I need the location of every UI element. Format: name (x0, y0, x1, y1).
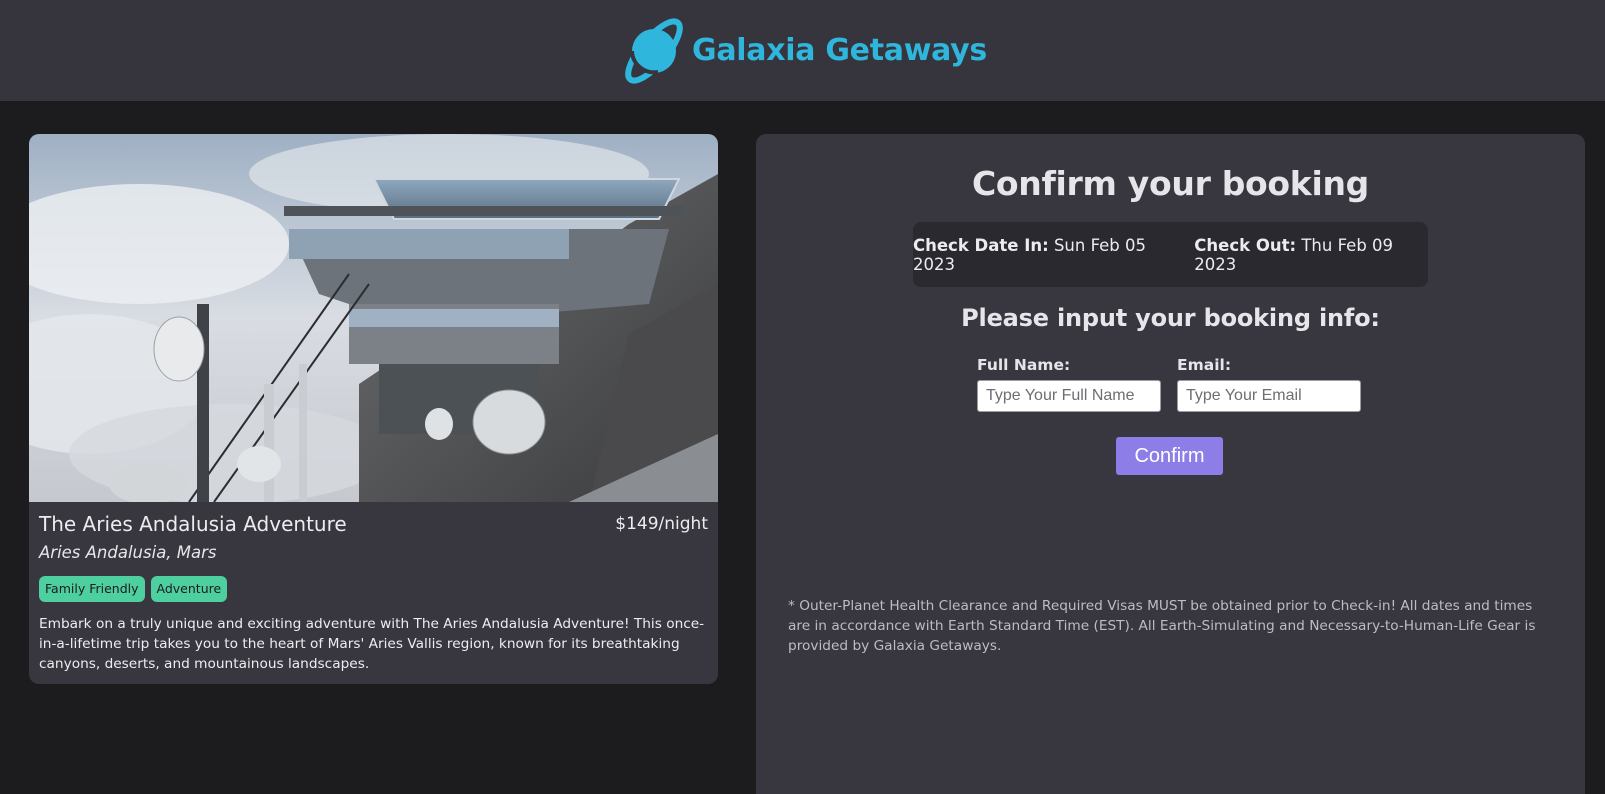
email-field-group: Email: (1177, 356, 1361, 412)
check-in-date: Check Date In: Sun Feb 05 2023 (913, 236, 1179, 274)
check-out-label: Check Out: (1194, 235, 1297, 255)
confirm-button[interactable]: Confirm (1116, 437, 1223, 475)
planet-icon (625, 17, 683, 84)
booking-heading: Confirm your booking (972, 164, 1369, 203)
booking-dates: Check Date In: Sun Feb 05 2023 Check Out… (913, 222, 1428, 287)
tag-list: Family Friendly Adventure (39, 576, 228, 602)
check-in-label: Check Date In: (913, 235, 1049, 255)
listing-price: $149/night (615, 514, 708, 534)
brand-name: Galaxia Getaways (692, 33, 987, 68)
site-header: Galaxia Getaways (0, 0, 1605, 101)
brand-logo-link[interactable]: Galaxia Getaways (618, 14, 987, 88)
booking-panel: Confirm your booking Check Date In: Sun … (756, 134, 1585, 794)
booking-info-heading: Please input your booking info: (961, 304, 1380, 332)
listing-card: The Aries Andalusia Adventure $149/night… (29, 134, 718, 684)
tag-family-friendly: Family Friendly (39, 576, 145, 602)
full-name-label: Full Name: (977, 356, 1071, 374)
full-name-input[interactable] (977, 380, 1161, 412)
disclaimer-text: * Outer-Planet Health Clearance and Requ… (788, 598, 1536, 654)
check-out-date: Check Out: Thu Feb 09 2023 (1194, 236, 1428, 274)
email-label: Email: (1177, 356, 1232, 374)
email-input[interactable] (1177, 380, 1361, 412)
listing-title: The Aries Andalusia Adventure (39, 512, 347, 536)
full-name-field-group: Full Name: (977, 356, 1161, 412)
tag-adventure: Adventure (150, 576, 228, 602)
listing-description: Embark on a truly unique and exciting ad… (39, 616, 705, 672)
listing-location: Aries Andalusia, Mars (39, 543, 217, 562)
listing-photo (29, 134, 718, 502)
